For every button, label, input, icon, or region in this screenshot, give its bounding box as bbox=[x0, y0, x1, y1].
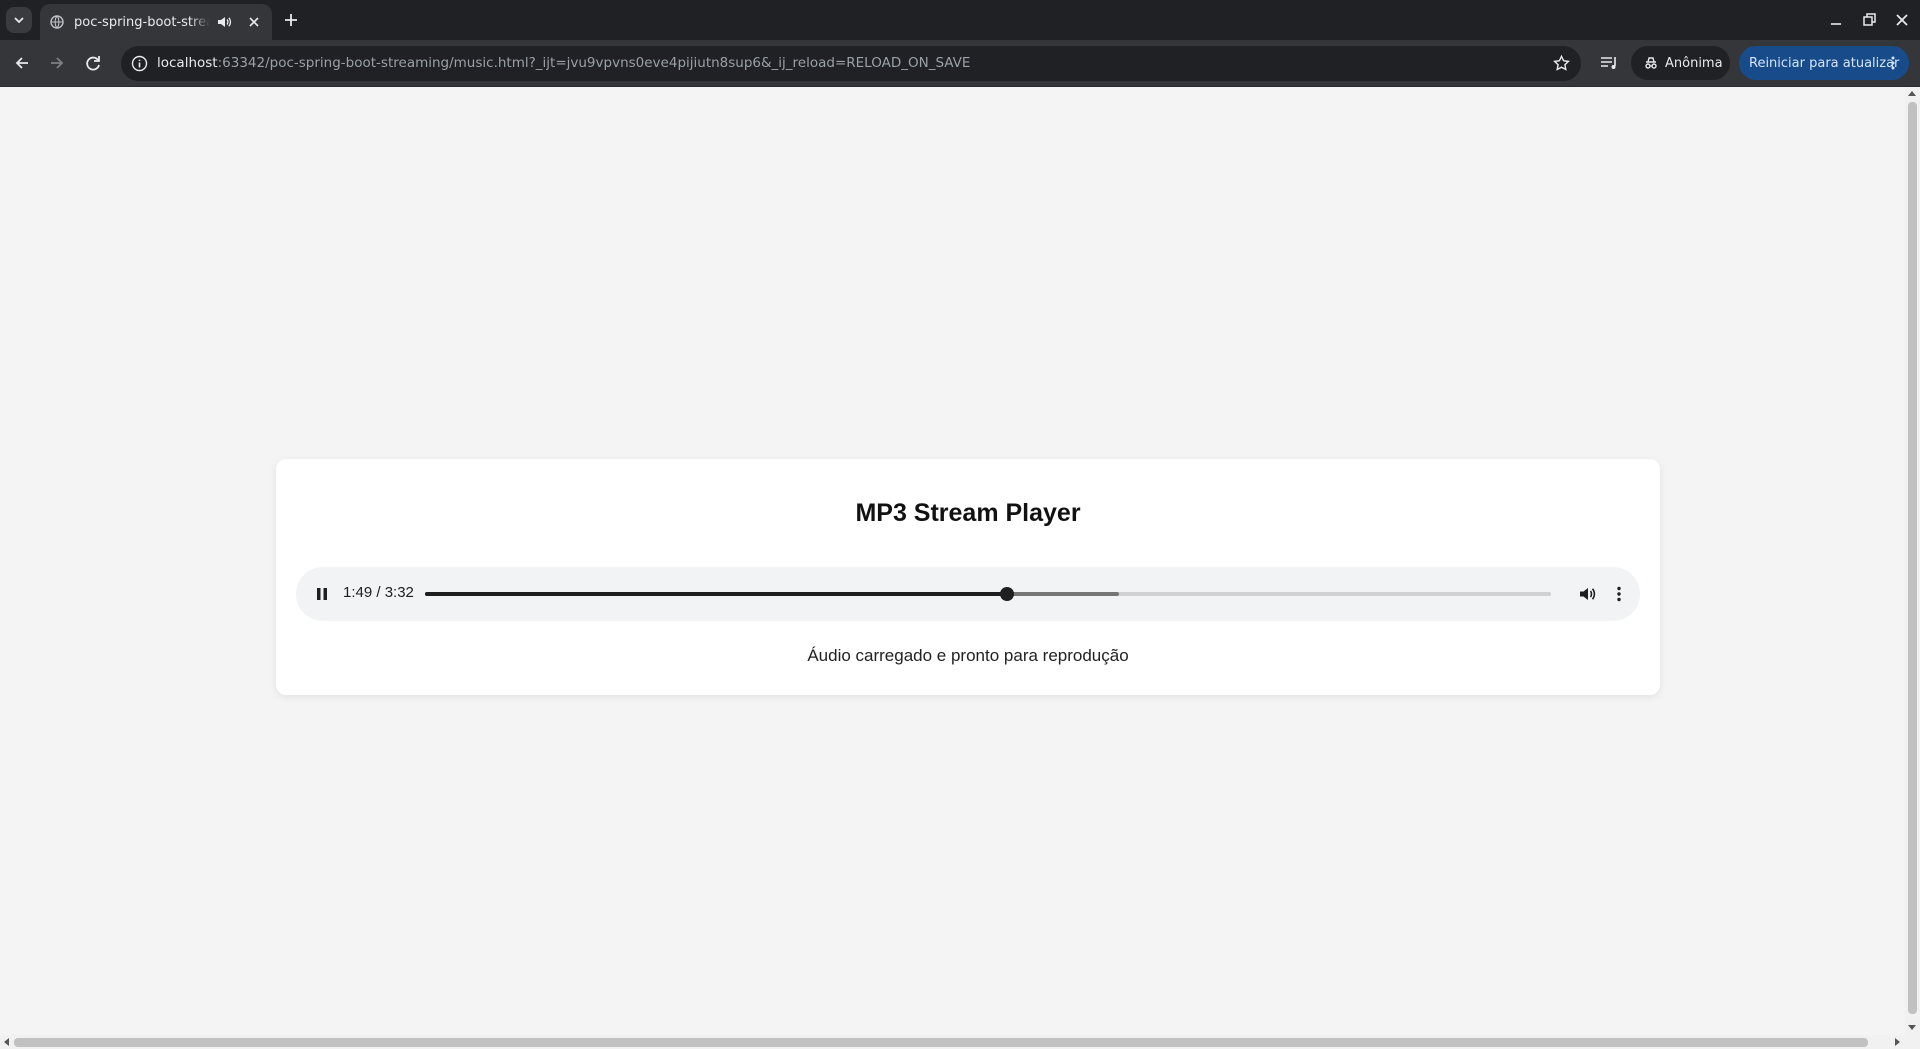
scroll-right-arrow-icon[interactable] bbox=[1895, 1038, 1900, 1046]
url-text: localhost:63342/poc-spring-boot-streamin… bbox=[157, 55, 970, 71]
relaunch-label: Reiniciar para atualizar bbox=[1749, 55, 1900, 71]
restore-icon[interactable] bbox=[1859, 10, 1879, 30]
chevron-down-icon bbox=[14, 17, 24, 24]
address-bar[interactable]: localhost:63342/poc-spring-boot-streamin… bbox=[121, 46, 1581, 81]
page-title: MP3 Stream Player bbox=[855, 499, 1081, 527]
plus-icon[interactable] bbox=[280, 9, 302, 31]
status-message: Áudio carregado e pronto para reprodução bbox=[807, 646, 1129, 665]
globe-icon bbox=[50, 15, 64, 29]
tab-strip: poc-spring-boot-streaming bbox=[0, 0, 1920, 40]
url-host: localhost bbox=[157, 55, 218, 71]
incognito-indicator[interactable]: Anônima bbox=[1631, 46, 1730, 80]
bookmark-star-icon[interactable] bbox=[1552, 54, 1571, 73]
page-viewport: MP3 Stream Player 1:49 / 3:32 Áudio carr… bbox=[0, 87, 1905, 1035]
horizontal-scrollbar[interactable] bbox=[0, 1035, 1920, 1049]
close-icon[interactable] bbox=[246, 14, 262, 30]
vertical-scrollbar[interactable] bbox=[1905, 87, 1920, 1035]
incognito-icon bbox=[1645, 57, 1657, 69]
player-card: MP3 Stream Player 1:49 / 3:32 Áudio carr… bbox=[276, 459, 1660, 695]
horizontal-scroll-thumb[interactable] bbox=[14, 1038, 1868, 1047]
vertical-scroll-thumb[interactable] bbox=[1908, 102, 1917, 1014]
relaunch-to-update-button[interactable]: Reiniciar para atualizar bbox=[1739, 46, 1909, 80]
speaker-icon[interactable] bbox=[216, 14, 232, 30]
forward-arrow-icon[interactable] bbox=[46, 52, 68, 74]
pause-icon[interactable] bbox=[314, 586, 330, 602]
close-window-icon[interactable] bbox=[1892, 10, 1912, 30]
reload-icon[interactable] bbox=[82, 52, 104, 74]
browser-toolbar: localhost:63342/poc-spring-boot-streamin… bbox=[0, 40, 1920, 87]
incognito-label: Anônima bbox=[1665, 55, 1723, 71]
tab-title: poc-spring-boot-streaming bbox=[74, 14, 210, 30]
played-range bbox=[425, 592, 1007, 596]
back-arrow-icon[interactable] bbox=[11, 52, 33, 74]
volume-icon[interactable] bbox=[1577, 584, 1597, 604]
site-info-icon[interactable] bbox=[131, 55, 148, 72]
url-path: :63342/poc-spring-boot-streaming/music.h… bbox=[217, 55, 971, 71]
seek-bar[interactable] bbox=[425, 587, 1551, 601]
media-controls-icon[interactable] bbox=[1598, 52, 1620, 74]
scroll-down-arrow-icon[interactable] bbox=[1908, 1025, 1916, 1030]
minimize-icon[interactable] bbox=[1826, 10, 1846, 30]
kebab-menu-icon[interactable] bbox=[1885, 55, 1901, 71]
scroll-left-arrow-icon[interactable] bbox=[4, 1038, 9, 1046]
tab-search-button[interactable] bbox=[6, 7, 32, 33]
seek-thumb[interactable] bbox=[999, 587, 1014, 601]
audio-player[interactable]: 1:49 / 3:32 bbox=[296, 567, 1640, 621]
scroll-up-arrow-icon[interactable] bbox=[1908, 91, 1916, 96]
browser-tab[interactable]: poc-spring-boot-streaming bbox=[40, 4, 272, 40]
more-options-icon[interactable] bbox=[1609, 584, 1629, 604]
time-display: 1:49 / 3:32 bbox=[343, 584, 414, 601]
